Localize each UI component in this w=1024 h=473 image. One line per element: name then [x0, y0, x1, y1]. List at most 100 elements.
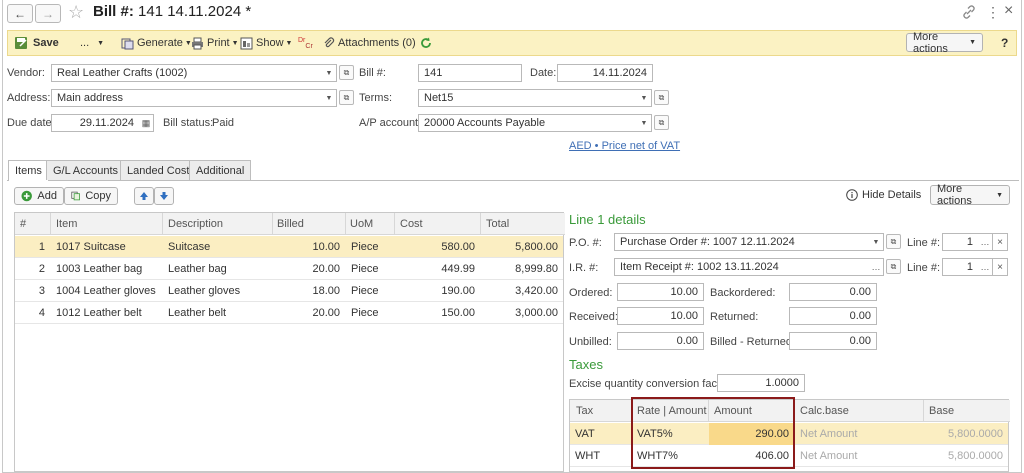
attachments-button[interactable]: Attachments (0) [323, 31, 416, 55]
ir-field[interactable]: Item Receipt #: 1002 13.11.2024 [614, 258, 870, 276]
help-button[interactable]: ? [1001, 31, 1008, 55]
column-header[interactable]: # [20, 218, 26, 230]
table-cell-uom: Piece [351, 307, 379, 319]
table-row[interactable]: 2 1003 Leather bag Leather bag 20.00 Piece 44… [15, 258, 563, 280]
ir-line-select-button[interactable]: … [978, 258, 993, 276]
hide-details-button[interactable]: Hide Details [846, 189, 921, 201]
hide-details-label: Hide Details [862, 189, 922, 201]
column-header[interactable]: Total [486, 218, 509, 230]
ap-account-open-button[interactable]: ⧉ [654, 115, 669, 130]
favorite-star-icon[interactable]: ☆ [68, 2, 84, 23]
items-table-header: # Item Description Billed UoM Cost Total [15, 213, 565, 235]
terms-dropdown-button[interactable]: ▼ [637, 89, 652, 107]
table-cell-item: 1017 Suitcase [56, 241, 126, 253]
more-commands-button[interactable]: ... ▼ [80, 31, 104, 55]
address-field[interactable]: Main address [51, 89, 323, 107]
save-button[interactable]: Save [14, 31, 59, 55]
arrow-up-icon [140, 192, 148, 200]
copy-button[interactable]: Copy [64, 187, 118, 205]
more-actions-button[interactable]: More actions ▼ [906, 31, 983, 55]
vendor-dropdown-button[interactable]: ▼ [322, 64, 337, 82]
po-field[interactable]: Purchase Order #: 1007 12.11.2024 [614, 233, 870, 251]
show-button[interactable]: Show ▼ [240, 31, 292, 55]
close-icon[interactable]: × [1004, 2, 1013, 20]
bill-number-field[interactable]: 141 [418, 64, 522, 82]
unbilled-label: Unbilled: [569, 336, 612, 348]
vendor-field[interactable]: Real Leather Crafts (1002) [51, 64, 323, 82]
tab-gl-accounts[interactable]: G/L Accounts [46, 160, 126, 180]
po-open-button[interactable]: ⧉ [886, 234, 901, 249]
table-cell-billed: 10.00 [312, 241, 340, 253]
table-row[interactable]: 1 1017 Suitcase Suitcase 10.00 Piece 580.00 5,… [15, 236, 563, 258]
line-details-title: Line 1 details [569, 212, 646, 227]
excise-field[interactable]: 1.0000 [717, 374, 805, 392]
table-row[interactable]: 4 1012 Leather belt Leather belt 20.00 Piece… [15, 302, 563, 324]
ir-line-clear-button[interactable]: × [993, 258, 1008, 276]
date-field[interactable]: 14.11.2024 [557, 64, 653, 82]
tab-additional[interactable]: Additional [189, 160, 252, 180]
tab-items[interactable]: Items [8, 160, 49, 181]
move-down-button[interactable] [154, 187, 174, 205]
more-actions-label: More actions [937, 183, 972, 207]
vendor-open-button[interactable]: ⧉ [339, 65, 354, 80]
more-menu-icon[interactable]: ⋮ [986, 4, 1000, 21]
items-more-actions-button[interactable]: More actions ▼ [930, 183, 1010, 207]
po-dropdown-button[interactable]: ▼ [869, 233, 884, 251]
po-line-clear-button[interactable]: × [993, 233, 1008, 251]
chevron-down-icon: ▼ [872, 238, 880, 246]
currency-price-link[interactable]: AED • Price net of VAT [569, 140, 680, 152]
address-open-button[interactable]: ⧉ [339, 90, 354, 105]
excise-label: Excise quantity conversion factor: [569, 378, 733, 390]
column-header[interactable]: Description [168, 218, 223, 230]
calendar-button[interactable]: ▦ [139, 114, 154, 132]
link-icon[interactable] [962, 5, 976, 19]
show-label: Show [256, 37, 284, 49]
table-cell-n: 4 [38, 307, 45, 319]
terms-field[interactable]: Net15 [418, 89, 638, 107]
address-dropdown-button[interactable]: ▼ [322, 89, 337, 107]
forward-button[interactable]: → [35, 4, 61, 23]
print-button[interactable]: Print ▼ [191, 31, 239, 55]
column-header[interactable]: Base [929, 405, 954, 417]
tax-cell-tax: WHT [575, 450, 601, 462]
open-icon: ⧉ [658, 92, 665, 102]
ir-open-button[interactable]: ⧉ [886, 259, 901, 274]
tab-landed-cost[interactable]: Landed Cost [120, 160, 197, 180]
column-header[interactable]: Billed [277, 218, 304, 230]
ir-select-button[interactable]: … [869, 258, 884, 276]
column-header[interactable]: UoM [350, 218, 373, 230]
due-date-field[interactable]: 29.11.2024 [51, 114, 140, 132]
arrow-down-icon [160, 192, 168, 200]
column-header[interactable]: Item [56, 218, 77, 230]
generate-button[interactable]: Generate ▼ [121, 31, 192, 55]
tax-cell-base: 5,800.0000 [947, 450, 1003, 462]
table-cell-total: 5,800.00 [515, 241, 558, 253]
page-title: Bill #: 141 14.11.2024 * [93, 3, 252, 20]
table-cell-total: 3,000.00 [515, 307, 558, 319]
chevron-down-icon: ▼ [969, 39, 976, 46]
po-line-select-button[interactable]: … [978, 233, 993, 251]
chevron-down-icon: ▼ [231, 39, 239, 47]
column-header[interactable]: Tax [576, 405, 593, 417]
bill-status-value: Paid [212, 117, 235, 129]
po-line-field[interactable]: 1 [942, 233, 979, 251]
ap-account-dropdown-button[interactable]: ▼ [637, 114, 652, 132]
refresh-button[interactable] [420, 31, 432, 55]
column-header[interactable]: Calc.base [800, 405, 849, 417]
column-header[interactable]: Cost [400, 218, 423, 230]
table-row[interactable]: 3 1004 Leather gloves Leather gloves 18.00 P… [15, 280, 563, 302]
terms-open-button[interactable]: ⧉ [654, 90, 669, 105]
back-button[interactable]: ← [7, 4, 33, 23]
move-up-button[interactable] [134, 187, 154, 205]
tax-cell-tax: VAT [575, 428, 595, 440]
ir-line-field[interactable]: 1 [942, 258, 979, 276]
ap-account-field[interactable]: 20000 Accounts Payable [418, 114, 638, 132]
tax-cell-base: 5,800.0000 [947, 428, 1003, 440]
tax-cell-calc: Net Amount [800, 428, 858, 440]
add-button[interactable]: Add [14, 187, 64, 205]
table-cell-desc: Leather belt [168, 307, 227, 319]
save-label: Save [33, 37, 59, 49]
table-cell-n: 2 [38, 263, 45, 275]
debit-credit-icon[interactable]: Dr Cr [298, 31, 313, 55]
show-icon [240, 37, 253, 49]
